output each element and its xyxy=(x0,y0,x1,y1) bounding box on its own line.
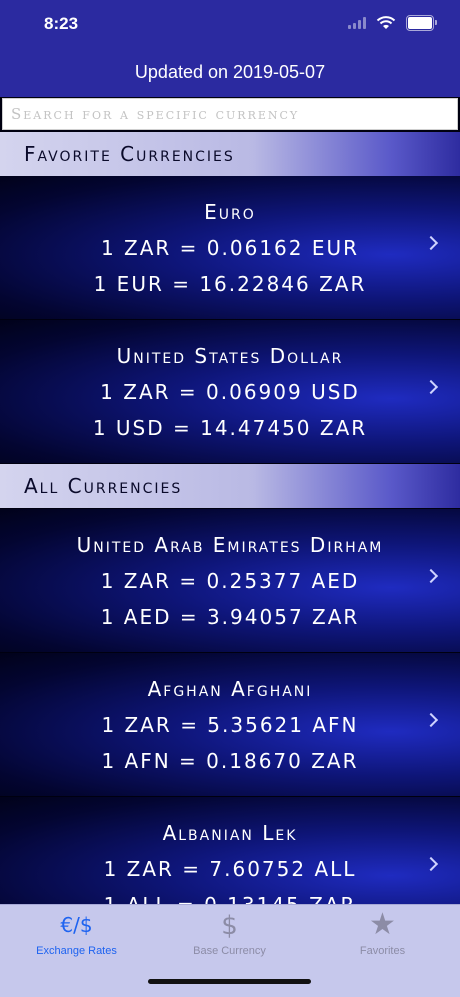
rate-to-foreign: 1 ZAR = 0.06909 USD xyxy=(100,380,360,404)
currency-name: United States Dollar xyxy=(116,344,344,368)
tab-favorites[interactable]: ★ Favorites xyxy=(306,905,459,965)
home-indicator[interactable] xyxy=(148,979,311,984)
status-time: 8:23 xyxy=(44,14,79,33)
currency-row-aed[interactable]: United Arab Emirates Dirham 1 ZAR = 0.25… xyxy=(0,509,460,652)
search-bar[interactable] xyxy=(2,98,458,130)
currency-name: Afghan Afghani xyxy=(147,677,313,701)
dollar-icon: $ xyxy=(221,911,238,941)
exchange-rates-icon: €/$ xyxy=(60,913,93,937)
rate-to-base: 1 USD = 14.47450 ZAR xyxy=(92,416,368,440)
rate-to-foreign: 1 ZAR = 0.25377 AED xyxy=(100,569,360,593)
tab-label: Favorites xyxy=(359,945,406,957)
rate-to-base: 1 EUR = 16.22846 ZAR xyxy=(93,272,367,296)
section-header-favorites: Favorite Currencies xyxy=(0,132,460,176)
tab-exchange-rates[interactable]: €/$ Exchange Rates xyxy=(0,905,153,965)
wifi-icon xyxy=(376,16,396,29)
nav-header: 8:23 Updated on 2019-05-07 xyxy=(0,0,460,97)
rate-to-base: 1 AFN = 0.18670 ZAR xyxy=(101,749,359,773)
rate-to-foreign: 1 ZAR = 0.06162 EUR xyxy=(100,236,360,260)
currency-row-eur[interactable]: Euro 1 ZAR = 0.06162 EUR 1 EUR = 16.2284… xyxy=(0,176,460,319)
currency-name: Albanian Lek xyxy=(162,821,298,845)
tab-label: Exchange Rates xyxy=(36,945,117,957)
currency-row-afn[interactable]: Afghan Afghani 1 ZAR = 5.35621 AFN 1 AFN… xyxy=(0,653,460,796)
star-icon: ★ xyxy=(369,907,396,942)
currency-row-usd[interactable]: United States Dollar 1 ZAR = 0.06909 USD… xyxy=(0,320,460,463)
currency-name: United Arab Emirates Dirham xyxy=(76,533,384,557)
rate-to-foreign: 1 ZAR = 7.60752 ALL xyxy=(103,857,357,881)
status-icons xyxy=(348,15,437,31)
rate-to-foreign: 1 ZAR = 5.35621 AFN xyxy=(101,713,359,737)
search-input[interactable] xyxy=(3,99,457,129)
signal-icon xyxy=(348,17,366,29)
section-header-all: All Currencies xyxy=(0,464,460,508)
updated-label: Updated on 2019-05-07 xyxy=(134,62,326,82)
currency-name: Euro xyxy=(204,200,256,224)
tab-base-currency[interactable]: $ Base Currency xyxy=(153,905,306,965)
rate-to-base: 1 AED = 3.94057 ZAR xyxy=(100,605,360,629)
battery-icon xyxy=(406,15,437,31)
tab-label: Base Currency xyxy=(193,945,266,957)
